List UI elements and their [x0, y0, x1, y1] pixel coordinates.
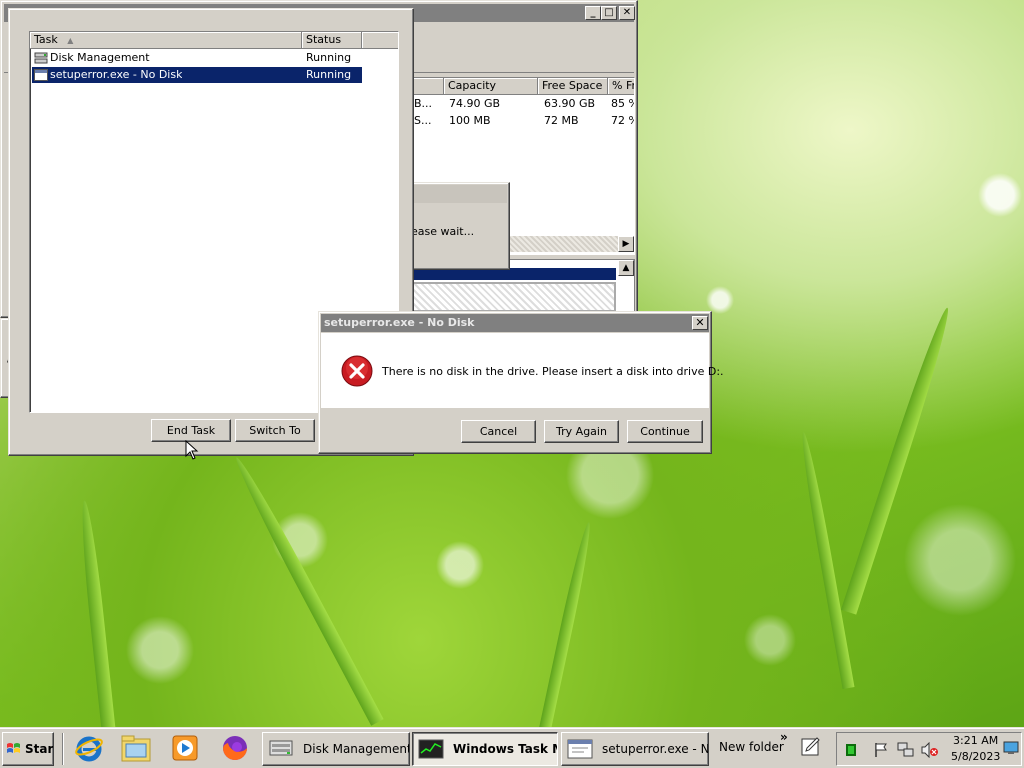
end-task-button[interactable]: End Task	[151, 419, 231, 442]
column-header-empty	[362, 32, 398, 49]
firefox-icon[interactable]	[220, 733, 250, 766]
disk-management-icon	[34, 51, 48, 68]
scroll-right-arrow-icon[interactable]: ▶	[618, 236, 634, 252]
edit-icon[interactable]	[800, 735, 822, 760]
error-message: There is no disk in the drive. Please in…	[382, 365, 724, 378]
close-button[interactable]: ✕	[619, 6, 635, 20]
volume-capacity[interactable]: 74.90 GB	[449, 96, 500, 112]
error-dialog: setuperror.exe - No Disk ✕ There is no d…	[318, 311, 724, 454]
window-icon	[566, 737, 596, 761]
please-wait-text: ease wait...	[411, 225, 475, 238]
mouse-cursor-icon	[185, 439, 199, 463]
grass-blade	[77, 499, 117, 741]
network-computers-icon[interactable]	[897, 742, 915, 761]
show-desktop-icon[interactable]	[1003, 740, 1019, 759]
list-item-selected[interactable]: setuperror.exe - No Disk Running	[32, 67, 362, 83]
volume-free-space[interactable]: 72 MB	[544, 113, 579, 129]
taskbar-button-label: Windows Task M...	[453, 742, 557, 756]
list-item[interactable]: Disk Management Running	[32, 50, 362, 66]
column-header-percent-free[interactable]: % Fr	[608, 78, 634, 95]
volume-free-space[interactable]: 63.90 GB	[544, 96, 595, 112]
continue-button[interactable]: Continue	[627, 420, 703, 443]
disk-management-icon	[267, 737, 297, 761]
column-header-task-label: Task	[34, 33, 58, 46]
taskbar-button-setuperror[interactable]: setuperror.exe - N...	[561, 732, 709, 766]
clock-date[interactable]: 5/8/2023	[951, 750, 1000, 763]
scroll-up-arrow-icon[interactable]: ▲	[618, 260, 634, 276]
please-wait-header	[405, 185, 507, 203]
media-player-icon[interactable]	[170, 733, 200, 766]
taskbar-button-label: Disk Management	[303, 742, 410, 756]
toolbar-new-folder[interactable]: New folder	[719, 740, 784, 754]
windows-logo-icon	[6, 741, 22, 757]
error-icon	[341, 355, 373, 390]
volume-muted-icon[interactable]	[921, 741, 939, 761]
notification-area: 3:21 AM 5/8/2023	[836, 732, 1022, 766]
clock-time[interactable]: 3:21 AM	[953, 734, 998, 747]
grass-blade	[230, 454, 384, 726]
internet-explorer-icon[interactable]	[74, 733, 104, 766]
windows-explorer-icon[interactable]	[120, 733, 152, 766]
taskbar-button-disk-management[interactable]: Disk Management	[262, 732, 410, 766]
volume-capacity[interactable]: 100 MB	[449, 113, 491, 129]
dialog-body: There is no disk in the drive. Please in…	[321, 333, 724, 408]
taskbar-button-label: setuperror.exe - N...	[602, 742, 709, 756]
start-button[interactable]: Start	[2, 732, 54, 766]
dialog-close-button[interactable]: ✕	[692, 316, 708, 330]
task-name: setuperror.exe - No Disk	[50, 68, 183, 81]
volume-percent-free[interactable]: 72 %	[611, 113, 634, 129]
column-header-capacity[interactable]: Capacity	[444, 78, 538, 95]
maximize-button[interactable]: □	[601, 6, 617, 20]
task-name: Disk Management	[50, 51, 150, 64]
grass-blade	[797, 430, 855, 690]
try-again-button[interactable]: Try Again	[544, 420, 619, 443]
taskbar: Start Disk Management Windows Task M... …	[0, 728, 1024, 768]
toolbar-chevron[interactable]: »	[780, 730, 788, 744]
minimize-button[interactable]: _	[585, 6, 601, 20]
taskbar-button-task-manager[interactable]: Windows Task M...	[412, 732, 558, 766]
partition-box[interactable]	[412, 282, 616, 312]
volume-cell-b[interactable]: B...	[414, 96, 432, 112]
taskbar-divider	[62, 733, 64, 765]
dialog-title: setuperror.exe - No Disk	[324, 316, 475, 329]
network-icon[interactable]	[845, 743, 857, 760]
dialog-title-bar[interactable]: setuperror.exe - No Disk	[321, 314, 709, 332]
action-center-flag-icon[interactable]	[873, 742, 889, 761]
sort-ascending-icon: ▲	[67, 36, 74, 45]
cancel-button[interactable]: Cancel	[461, 420, 536, 443]
column-header-free-space[interactable]: Free Space	[538, 78, 608, 95]
please-wait-box: ease wait...	[402, 182, 510, 270]
window-icon	[34, 69, 48, 84]
volume-cell-b[interactable]: S...	[414, 113, 431, 129]
column-header-task[interactable]: Task ▲	[30, 32, 302, 49]
task-status: Running	[306, 68, 352, 81]
volume-percent-free[interactable]: 85 %	[611, 96, 634, 112]
grass-blade	[840, 305, 956, 615]
column-header-status[interactable]: Status	[302, 32, 362, 49]
grass-blade	[537, 521, 595, 739]
task-status: Running	[306, 51, 352, 64]
switch-to-button[interactable]: Switch To	[235, 419, 315, 442]
start-label: Start	[25, 742, 54, 756]
task-manager-icon	[417, 737, 447, 761]
